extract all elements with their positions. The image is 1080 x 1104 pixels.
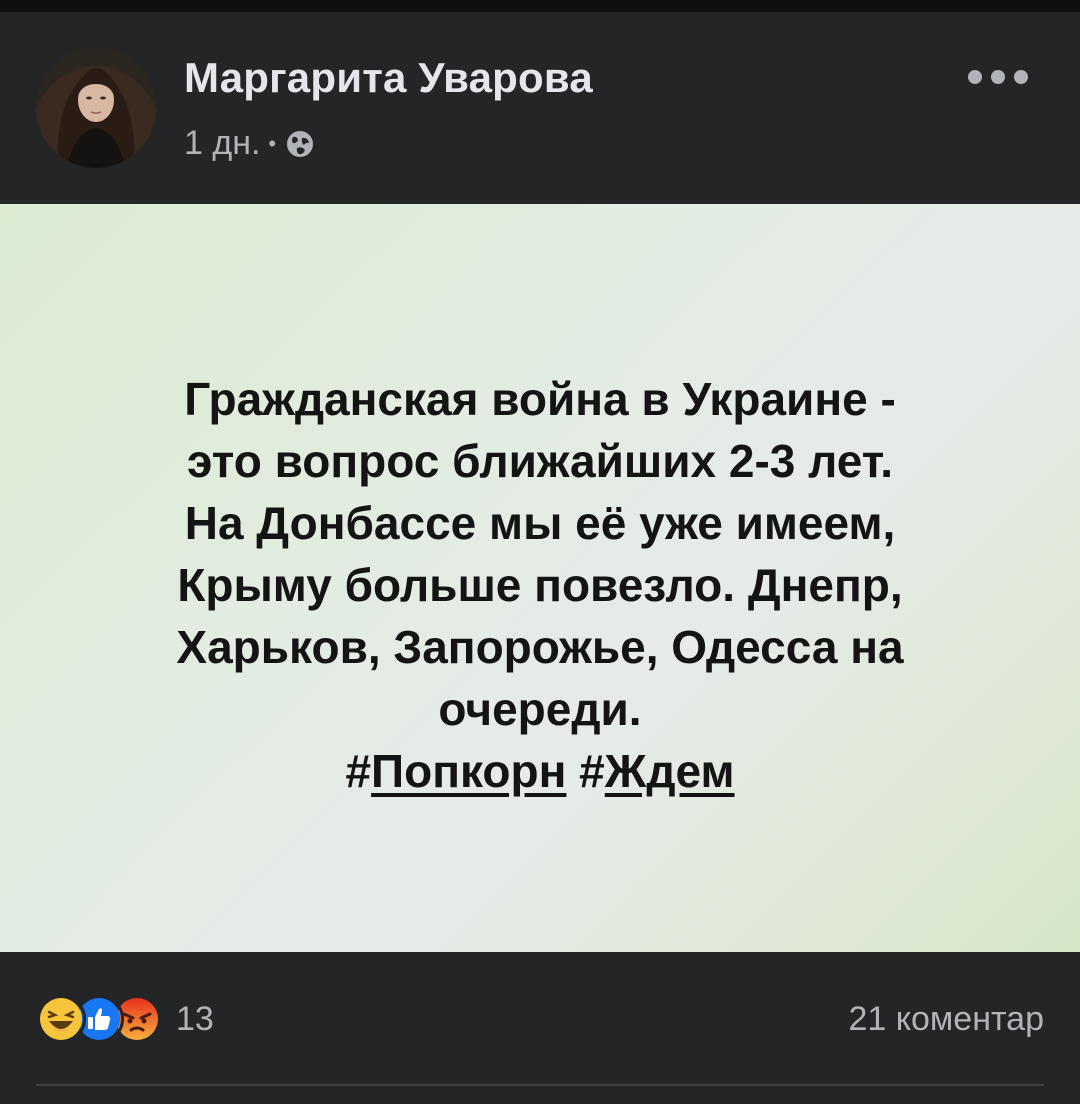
post-timestamp[interactable]: 1 дн. <box>184 124 260 163</box>
post-text-line: Крыму больше повезло. Днепр, <box>177 559 903 611</box>
post-card: Маргарита Уварова 1 дн. • Гражданская во… <box>0 12 1080 1104</box>
author-name[interactable]: Маргарита Уварова <box>184 54 593 102</box>
post-text-line: На Донбассе мы её уже имеем, <box>184 497 896 549</box>
post-meta: 1 дн. • <box>184 124 316 163</box>
hashtag-link-popcorn[interactable]: Попкорн <box>371 745 566 797</box>
more-dot <box>1014 70 1028 84</box>
globe-icon <box>287 130 314 157</box>
post-text-card: Гражданская война в Украине - это вопрос… <box>0 204 1080 952</box>
avatar-image <box>36 48 156 168</box>
avatar[interactable] <box>36 48 156 168</box>
footer-divider <box>36 1084 1044 1086</box>
hash-symbol: # <box>579 745 605 797</box>
hash-symbol: # <box>345 745 372 797</box>
hashtags: #Попкорн #Ждем <box>80 740 1000 802</box>
hashtag-link-zhdem[interactable]: Ждем <box>605 745 735 797</box>
post-footer: 13 21 коментар <box>0 952 1080 1104</box>
comments-count-link[interactable]: 21 коментар <box>849 1000 1045 1039</box>
haha-icon <box>36 994 86 1044</box>
post-text-line: очереди. <box>438 683 642 735</box>
meta-separator: • <box>268 130 277 156</box>
post-text-line: Харьков, Запорожье, Одесса на <box>176 621 904 673</box>
reactions-summary[interactable]: 13 <box>36 994 214 1044</box>
more-options-icon[interactable] <box>968 62 1028 92</box>
reaction-count: 13 <box>176 999 214 1038</box>
more-dot <box>991 70 1005 84</box>
post-text: Гражданская война в Украине - это вопрос… <box>80 368 1000 802</box>
top-status-strip <box>0 0 1080 12</box>
post-text-line: Гражданская война в Украине - <box>184 373 896 425</box>
post-text-line: это вопрос ближайших 2-3 лет. <box>186 435 893 487</box>
post-header: Маргарита Уварова 1 дн. • <box>0 12 1080 204</box>
more-dot <box>968 70 982 84</box>
